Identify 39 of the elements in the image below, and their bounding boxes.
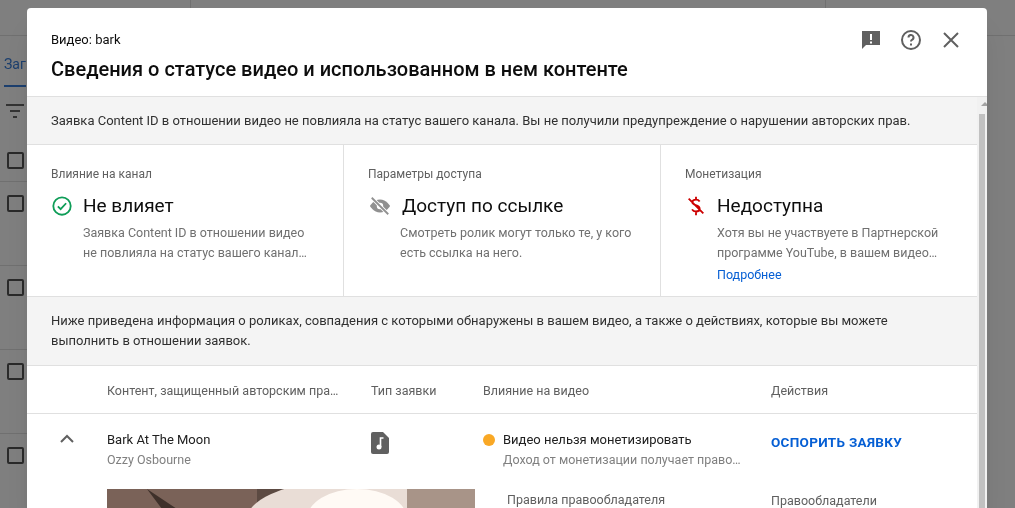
card-label: Монетизация [685, 166, 763, 183]
help-icon[interactable] [899, 28, 923, 52]
music-file-icon [371, 432, 389, 454]
column-header: Действия [771, 382, 829, 398]
card-value: Доступ по ссылке [402, 193, 564, 219]
notice-text: Заявка Content ID в отношении видео не повлияла на статус вашего канала. Вы не получили предупреждение о нарушении авторских прав. [51, 111, 911, 130]
filter-icon[interactable] [6, 104, 24, 118]
card-label: Влияние на канал [51, 166, 153, 183]
dialog-subtitle: Видео: bark [51, 31, 121, 49]
scrollbar[interactable] [977, 97, 987, 508]
card-description: Хотя вы не участвуете в Партнерской программе YouTube, в вашем видео… [717, 223, 940, 262]
check-circle-icon [51, 195, 73, 218]
column-header: Тип заявки [371, 382, 437, 398]
detail-label: Правила правообладателя [507, 491, 667, 508]
artist-name: Ozzy Osbourne [107, 450, 192, 469]
eye-slash-icon [368, 195, 392, 218]
card-description: Заявка Content ID в отношении видео не повлияла на статус вашего канал… [83, 223, 308, 262]
impact-text: Видео нельзя монетизировать [503, 431, 692, 449]
dollar-crossed-icon [685, 195, 707, 218]
dispute-button[interactable]: ОСПОРИТЬ ЗАЯВКУ [771, 432, 902, 453]
checkbox[interactable] [7, 447, 24, 464]
more-link[interactable]: Подробнее [717, 265, 782, 285]
feedback-icon[interactable] [859, 28, 883, 52]
card-description: Смотреть ролик могут только те, у кого есть ссылка на него. [400, 223, 633, 262]
column-header: Контент, защищенный авторским пра… [107, 382, 339, 398]
claims-intro: Ниже приведена информация о роликах, совпадения с которыми обнаружены в вашем видео, а также о действиях, которые вы можете выполнить в отношении заявок. [51, 312, 889, 350]
dialog-title: Сведения о статусе видео и использованном в нем контенте [51, 55, 629, 83]
card-value: Не влияет [83, 193, 174, 219]
impact-detail: Доход от монетизации получает право… [503, 450, 742, 469]
checkbox[interactable] [7, 363, 24, 380]
card-value: Недоступна [717, 193, 824, 219]
song-title: Bark At The Moon [107, 431, 212, 449]
checkbox[interactable] [7, 279, 24, 296]
detail-label: Правообладатели [771, 492, 878, 508]
chevron-up-icon[interactable] [60, 434, 74, 443]
card-label: Параметры доступа [368, 166, 483, 183]
checkbox[interactable] [7, 152, 24, 169]
checkbox[interactable] [7, 195, 24, 212]
column-header: Влияние на видео [483, 382, 589, 398]
